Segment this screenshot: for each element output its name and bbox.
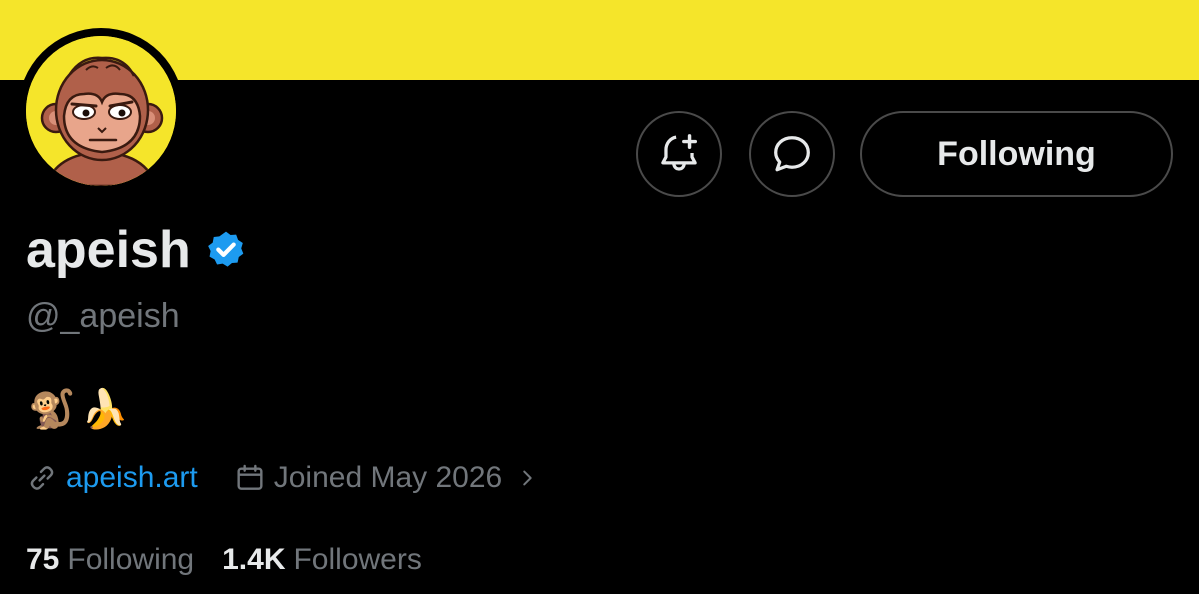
followers-count: 1.4K [222, 543, 286, 576]
follow-stats: 75 Following 1.4K Followers [26, 540, 422, 580]
website-item: apeish.art [26, 458, 198, 498]
message-bubble-icon [774, 136, 810, 172]
display-name-row: apeish [26, 220, 247, 280]
website-link[interactable]: apeish.art [66, 458, 198, 498]
monkey-avatar-illustration [26, 36, 176, 186]
following-count: 75 [26, 543, 60, 576]
avatar[interactable] [26, 36, 176, 186]
notifications-button[interactable] [636, 111, 722, 197]
calendar-icon [237, 464, 263, 490]
link-icon [30, 466, 54, 490]
bell-plus-icon [661, 134, 698, 171]
profile-bio: 🐒 🍌 [28, 388, 129, 432]
followers-stat[interactable]: 1.4K Followers [222, 540, 422, 580]
display-name: apeish [26, 221, 191, 279]
following-button[interactable]: Following [860, 111, 1173, 197]
profile-page: Following apeish @_apeish 🐒 🍌 apeish.art [0, 0, 1199, 594]
message-button[interactable] [749, 111, 835, 197]
following-label: Following [67, 543, 195, 576]
following-stat[interactable]: 75 Following [26, 540, 194, 580]
avatar-ring [18, 28, 184, 194]
chevron-right-icon [523, 470, 532, 486]
joined-date-item[interactable]: Joined May 2026 [234, 458, 539, 498]
following-button-label: Following [937, 134, 1096, 173]
followers-label: Followers [293, 543, 422, 576]
profile-banner[interactable] [0, 0, 1199, 80]
bio-banana-emoji: 🍌 [81, 389, 129, 431]
verified-badge-icon[interactable] [205, 229, 247, 271]
joined-date: Joined May 2026 [273, 461, 503, 494]
bio-monkey-emoji: 🐒 [28, 389, 76, 431]
profile-handle: @_apeish [26, 297, 180, 335]
profile-meta: apeish.art Joined May 2026 [26, 458, 538, 498]
